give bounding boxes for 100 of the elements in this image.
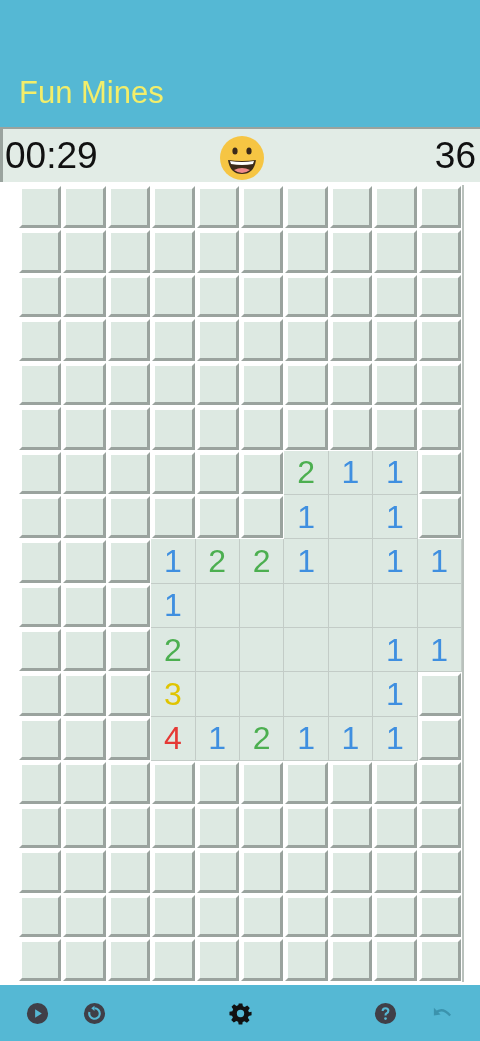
hidden-cell[interactable] [63, 806, 106, 849]
settings-icon[interactable] [228, 1001, 252, 1025]
hidden-cell[interactable] [107, 363, 151, 406]
hidden-cell[interactable] [152, 407, 195, 450]
hidden-cell[interactable] [107, 673, 151, 716]
hidden-cell[interactable] [63, 274, 106, 317]
hidden-cell[interactable] [63, 850, 106, 893]
hidden-cell[interactable] [63, 717, 106, 760]
hidden-cell[interactable] [240, 186, 284, 229]
hidden-cell[interactable] [107, 451, 151, 495]
hidden-cell[interactable] [418, 230, 461, 273]
hidden-cell[interactable] [374, 318, 417, 362]
hidden-cell[interactable] [19, 628, 62, 672]
hidden-cell[interactable] [19, 761, 62, 805]
hidden-cell[interactable] [240, 894, 284, 938]
hidden-cell[interactable] [285, 806, 328, 849]
hidden-cell[interactable] [418, 186, 461, 229]
hidden-cell[interactable] [285, 363, 328, 406]
hidden-cell[interactable] [285, 939, 328, 982]
hidden-cell[interactable] [63, 186, 106, 229]
hidden-cell[interactable] [418, 673, 461, 716]
hidden-cell[interactable] [196, 407, 239, 450]
hidden-cell[interactable] [418, 407, 461, 450]
hidden-cell[interactable] [196, 451, 239, 495]
hidden-cell[interactable] [152, 451, 195, 495]
hidden-cell[interactable] [19, 274, 62, 317]
hidden-cell[interactable] [418, 318, 461, 362]
hidden-cell[interactable] [152, 230, 195, 273]
hidden-cell[interactable] [152, 894, 195, 938]
hidden-cell[interactable] [374, 939, 417, 982]
hidden-cell[interactable] [374, 407, 417, 450]
hidden-cell[interactable] [329, 318, 373, 362]
hidden-cell[interactable] [418, 451, 461, 495]
hidden-cell[interactable] [107, 496, 151, 539]
hidden-cell[interactable] [329, 850, 373, 893]
hidden-cell[interactable] [329, 939, 373, 982]
hidden-cell[interactable] [196, 363, 239, 406]
hidden-cell[interactable] [285, 318, 328, 362]
hidden-cell[interactable] [418, 806, 461, 849]
hidden-cell[interactable] [240, 230, 284, 273]
hidden-cell[interactable] [63, 451, 106, 495]
hidden-cell[interactable] [19, 407, 62, 450]
hidden-cell[interactable] [196, 850, 239, 893]
hidden-cell[interactable] [196, 230, 239, 273]
hidden-cell[interactable] [152, 806, 195, 849]
hidden-cell[interactable] [329, 186, 373, 229]
hidden-cell[interactable] [107, 850, 151, 893]
hidden-cell[interactable] [418, 850, 461, 893]
hidden-cell[interactable] [240, 761, 284, 805]
hidden-cell[interactable] [374, 761, 417, 805]
hidden-cell[interactable] [418, 939, 461, 982]
hidden-cell[interactable] [63, 628, 106, 672]
hidden-cell[interactable] [63, 939, 106, 982]
hidden-cell[interactable] [152, 850, 195, 893]
hidden-cell[interactable] [329, 407, 373, 450]
hidden-cell[interactable] [196, 939, 239, 982]
hidden-cell[interactable] [240, 496, 284, 539]
hidden-cell[interactable] [240, 274, 284, 317]
hidden-cell[interactable] [63, 673, 106, 716]
hidden-cell[interactable] [152, 274, 195, 317]
hidden-cell[interactable] [329, 274, 373, 317]
hidden-cell[interactable] [107, 318, 151, 362]
hidden-cell[interactable] [63, 496, 106, 539]
hidden-cell[interactable] [107, 584, 151, 627]
hidden-cell[interactable] [107, 230, 151, 273]
hidden-cell[interactable] [63, 584, 106, 627]
hidden-cell[interactable] [107, 186, 151, 229]
hidden-cell[interactable] [19, 496, 62, 539]
hidden-cell[interactable] [63, 894, 106, 938]
hidden-cell[interactable] [152, 186, 195, 229]
hidden-cell[interactable] [19, 363, 62, 406]
hidden-cell[interactable] [19, 894, 62, 938]
hidden-cell[interactable] [19, 806, 62, 849]
hidden-cell[interactable] [19, 451, 62, 495]
hidden-cell[interactable] [240, 363, 284, 406]
hidden-cell[interactable] [374, 850, 417, 893]
hidden-cell[interactable] [107, 939, 151, 982]
hidden-cell[interactable] [374, 274, 417, 317]
hidden-cell[interactable] [19, 540, 62, 583]
hidden-cell[interactable] [285, 230, 328, 273]
hidden-cell[interactable] [107, 717, 151, 760]
hidden-cell[interactable] [418, 761, 461, 805]
hidden-cell[interactable] [63, 230, 106, 273]
hidden-cell[interactable] [196, 894, 239, 938]
hidden-cell[interactable] [19, 850, 62, 893]
hidden-cell[interactable] [107, 407, 151, 450]
hidden-cell[interactable] [196, 806, 239, 849]
smiley-icon[interactable] [219, 135, 265, 181]
hidden-cell[interactable] [19, 717, 62, 760]
hidden-cell[interactable] [19, 673, 62, 716]
hidden-cell[interactable] [240, 451, 284, 495]
restart-icon[interactable] [83, 1001, 106, 1025]
hidden-cell[interactable] [19, 939, 62, 982]
hidden-cell[interactable] [107, 894, 151, 938]
hidden-cell[interactable] [107, 274, 151, 317]
hidden-cell[interactable] [196, 186, 239, 229]
hidden-cell[interactable] [63, 407, 106, 450]
hidden-cell[interactable] [374, 230, 417, 273]
hidden-cell[interactable] [285, 894, 328, 938]
hidden-cell[interactable] [19, 186, 62, 229]
